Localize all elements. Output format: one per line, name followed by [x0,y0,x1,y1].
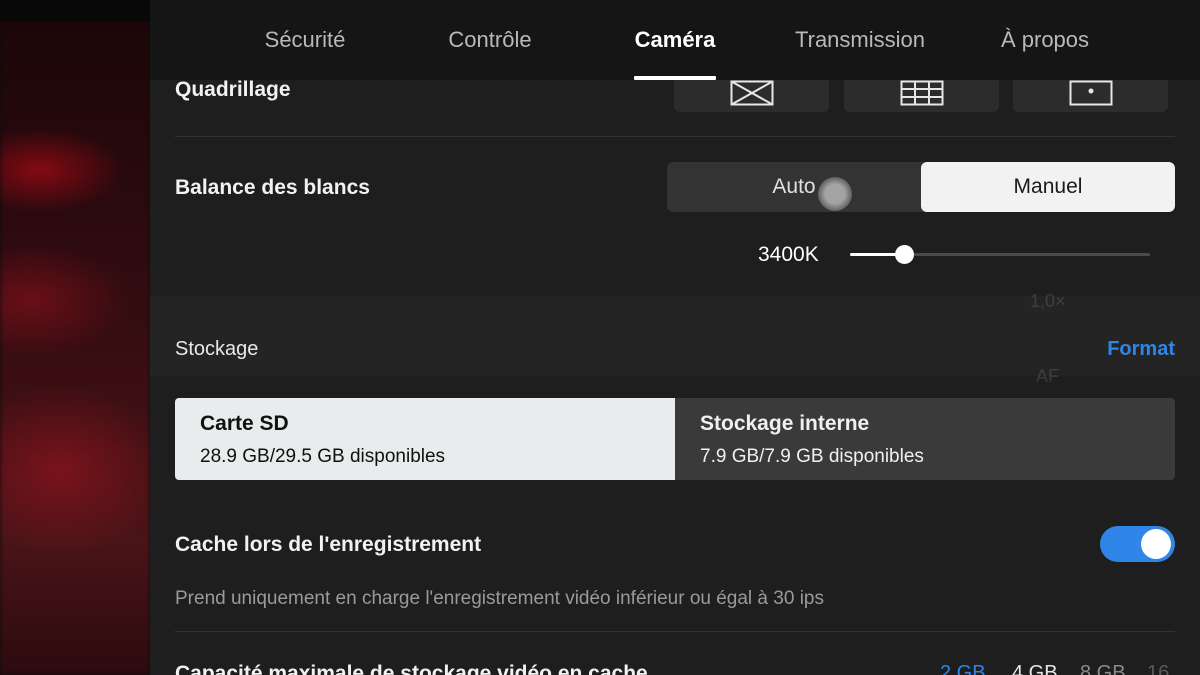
max-cache-option-2gb[interactable]: 2 GB [940,662,986,675]
sd-card-capacity: 28.9 GB/29.5 GB disponibles [200,446,446,467]
toggle-knob [1141,529,1171,559]
tab-controle[interactable]: Contrôle [400,0,580,80]
internal-storage-capacity: 7.9 GB/7.9 GB disponibles [700,446,924,467]
tab-camera[interactable]: Caméra [585,0,765,80]
overlay-af-ghost: AF [1036,366,1060,386]
white-balance-segmented-control: Auto Manuel [667,162,1175,212]
touch-indicator [818,177,852,211]
settings-panel: Quadrillage Balance des blancs Auto Manu… [150,0,1200,675]
tab-transmission[interactable]: Transmission [770,0,950,80]
storage-section-label: Stockage [175,338,259,360]
white-balance-manual-option[interactable]: Manuel [921,162,1175,212]
cache-toggle[interactable] [1100,526,1175,562]
tab-securite[interactable]: Sécurité [215,0,395,80]
divider [175,631,1175,632]
cache-title: Cache lors de l'enregistrement [175,533,482,556]
max-cache-title: Capacité maximale de stockage vidéo en c… [175,662,648,675]
grid-center-point-icon [1069,80,1112,106]
tab-a-propos[interactable]: À propos [955,0,1135,80]
max-cache-option-4gb[interactable]: 4 GB [1012,662,1058,675]
divider [175,136,1175,137]
internal-storage-name: Stockage interne [700,412,870,435]
max-cache-option-16gb[interactable]: 16 [1147,662,1169,675]
storage-selector: Carte SD 28.9 GB/29.5 GB disponibles Sto… [175,398,1175,480]
sd-card-name: Carte SD [200,412,289,435]
white-balance-title: Balance des blancs [175,176,370,199]
active-tab-indicator [634,76,716,80]
tab-bar: Sécurité Contrôle Caméra Transmission À … [150,0,1200,80]
format-button[interactable]: Format [1107,338,1175,361]
camera-feed-preview [0,0,150,675]
white-balance-value: 3400K [758,243,819,266]
cache-description: Prend uniquement en charge l'enregistrem… [175,588,824,609]
white-balance-slider-thumb[interactable] [894,245,914,264]
storage-option-internal[interactable]: Stockage interne 7.9 GB/7.9 GB disponibl… [675,398,1175,480]
white-balance-auto-option[interactable]: Auto [667,162,921,212]
overlay-zoom-ghost: 1,0× [1030,291,1066,311]
storage-option-sd-card[interactable]: Carte SD 28.9 GB/29.5 GB disponibles [175,398,675,480]
grid-diagonal-icon [730,80,773,106]
grid-title: Quadrillage [175,78,291,101]
grid-lines-icon [900,80,943,106]
max-cache-option-8gb[interactable]: 8 GB [1080,662,1126,675]
camera-feed-top-bar [0,0,150,22]
